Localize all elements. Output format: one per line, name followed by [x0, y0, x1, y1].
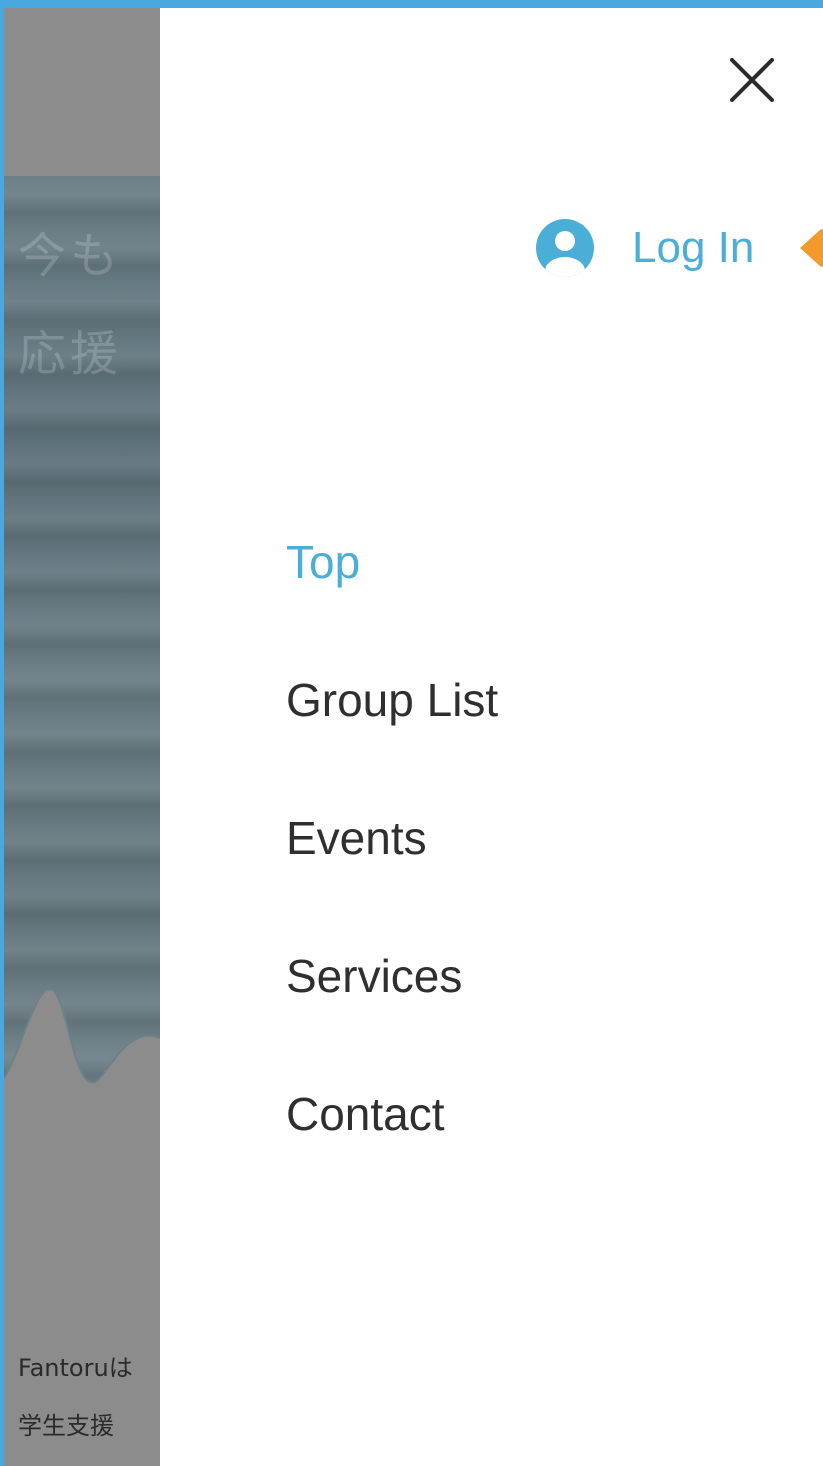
menu-item-top[interactable]: Top [286, 522, 498, 660]
hero-text-line-2: 応援 [18, 326, 123, 382]
main-menu: Top Group List Events Services Contact [286, 522, 498, 1212]
app-frame: 今も 応援 Fantoruは 学生支援 Log In Top Group Lis… [0, 0, 823, 1466]
menu-item-events[interactable]: Events [286, 798, 498, 936]
footer-text-line-1: Fantoruは [18, 1354, 133, 1382]
login-link[interactable]: Log In [536, 216, 754, 280]
pointer-arrow-icon [800, 228, 823, 268]
menu-item-group-list[interactable]: Group List [286, 660, 498, 798]
close-icon [730, 58, 774, 102]
menu-item-contact[interactable]: Contact [286, 1074, 498, 1212]
hero-text-line-1: 今も [18, 228, 123, 284]
background-page-overlay[interactable]: 今も 応援 Fantoruは 学生支援 [4, 8, 160, 1466]
navigation-drawer: Log In Top Group List Events Services Co… [160, 8, 823, 1466]
footer-text-line-2: 学生支援 [18, 1412, 114, 1440]
user-avatar-icon [536, 219, 594, 277]
login-label: Log In [632, 223, 755, 272]
menu-item-services[interactable]: Services [286, 936, 498, 1074]
hero-image [4, 176, 160, 1096]
hero-wave-shape [4, 988, 160, 1118]
close-button[interactable] [726, 54, 778, 106]
